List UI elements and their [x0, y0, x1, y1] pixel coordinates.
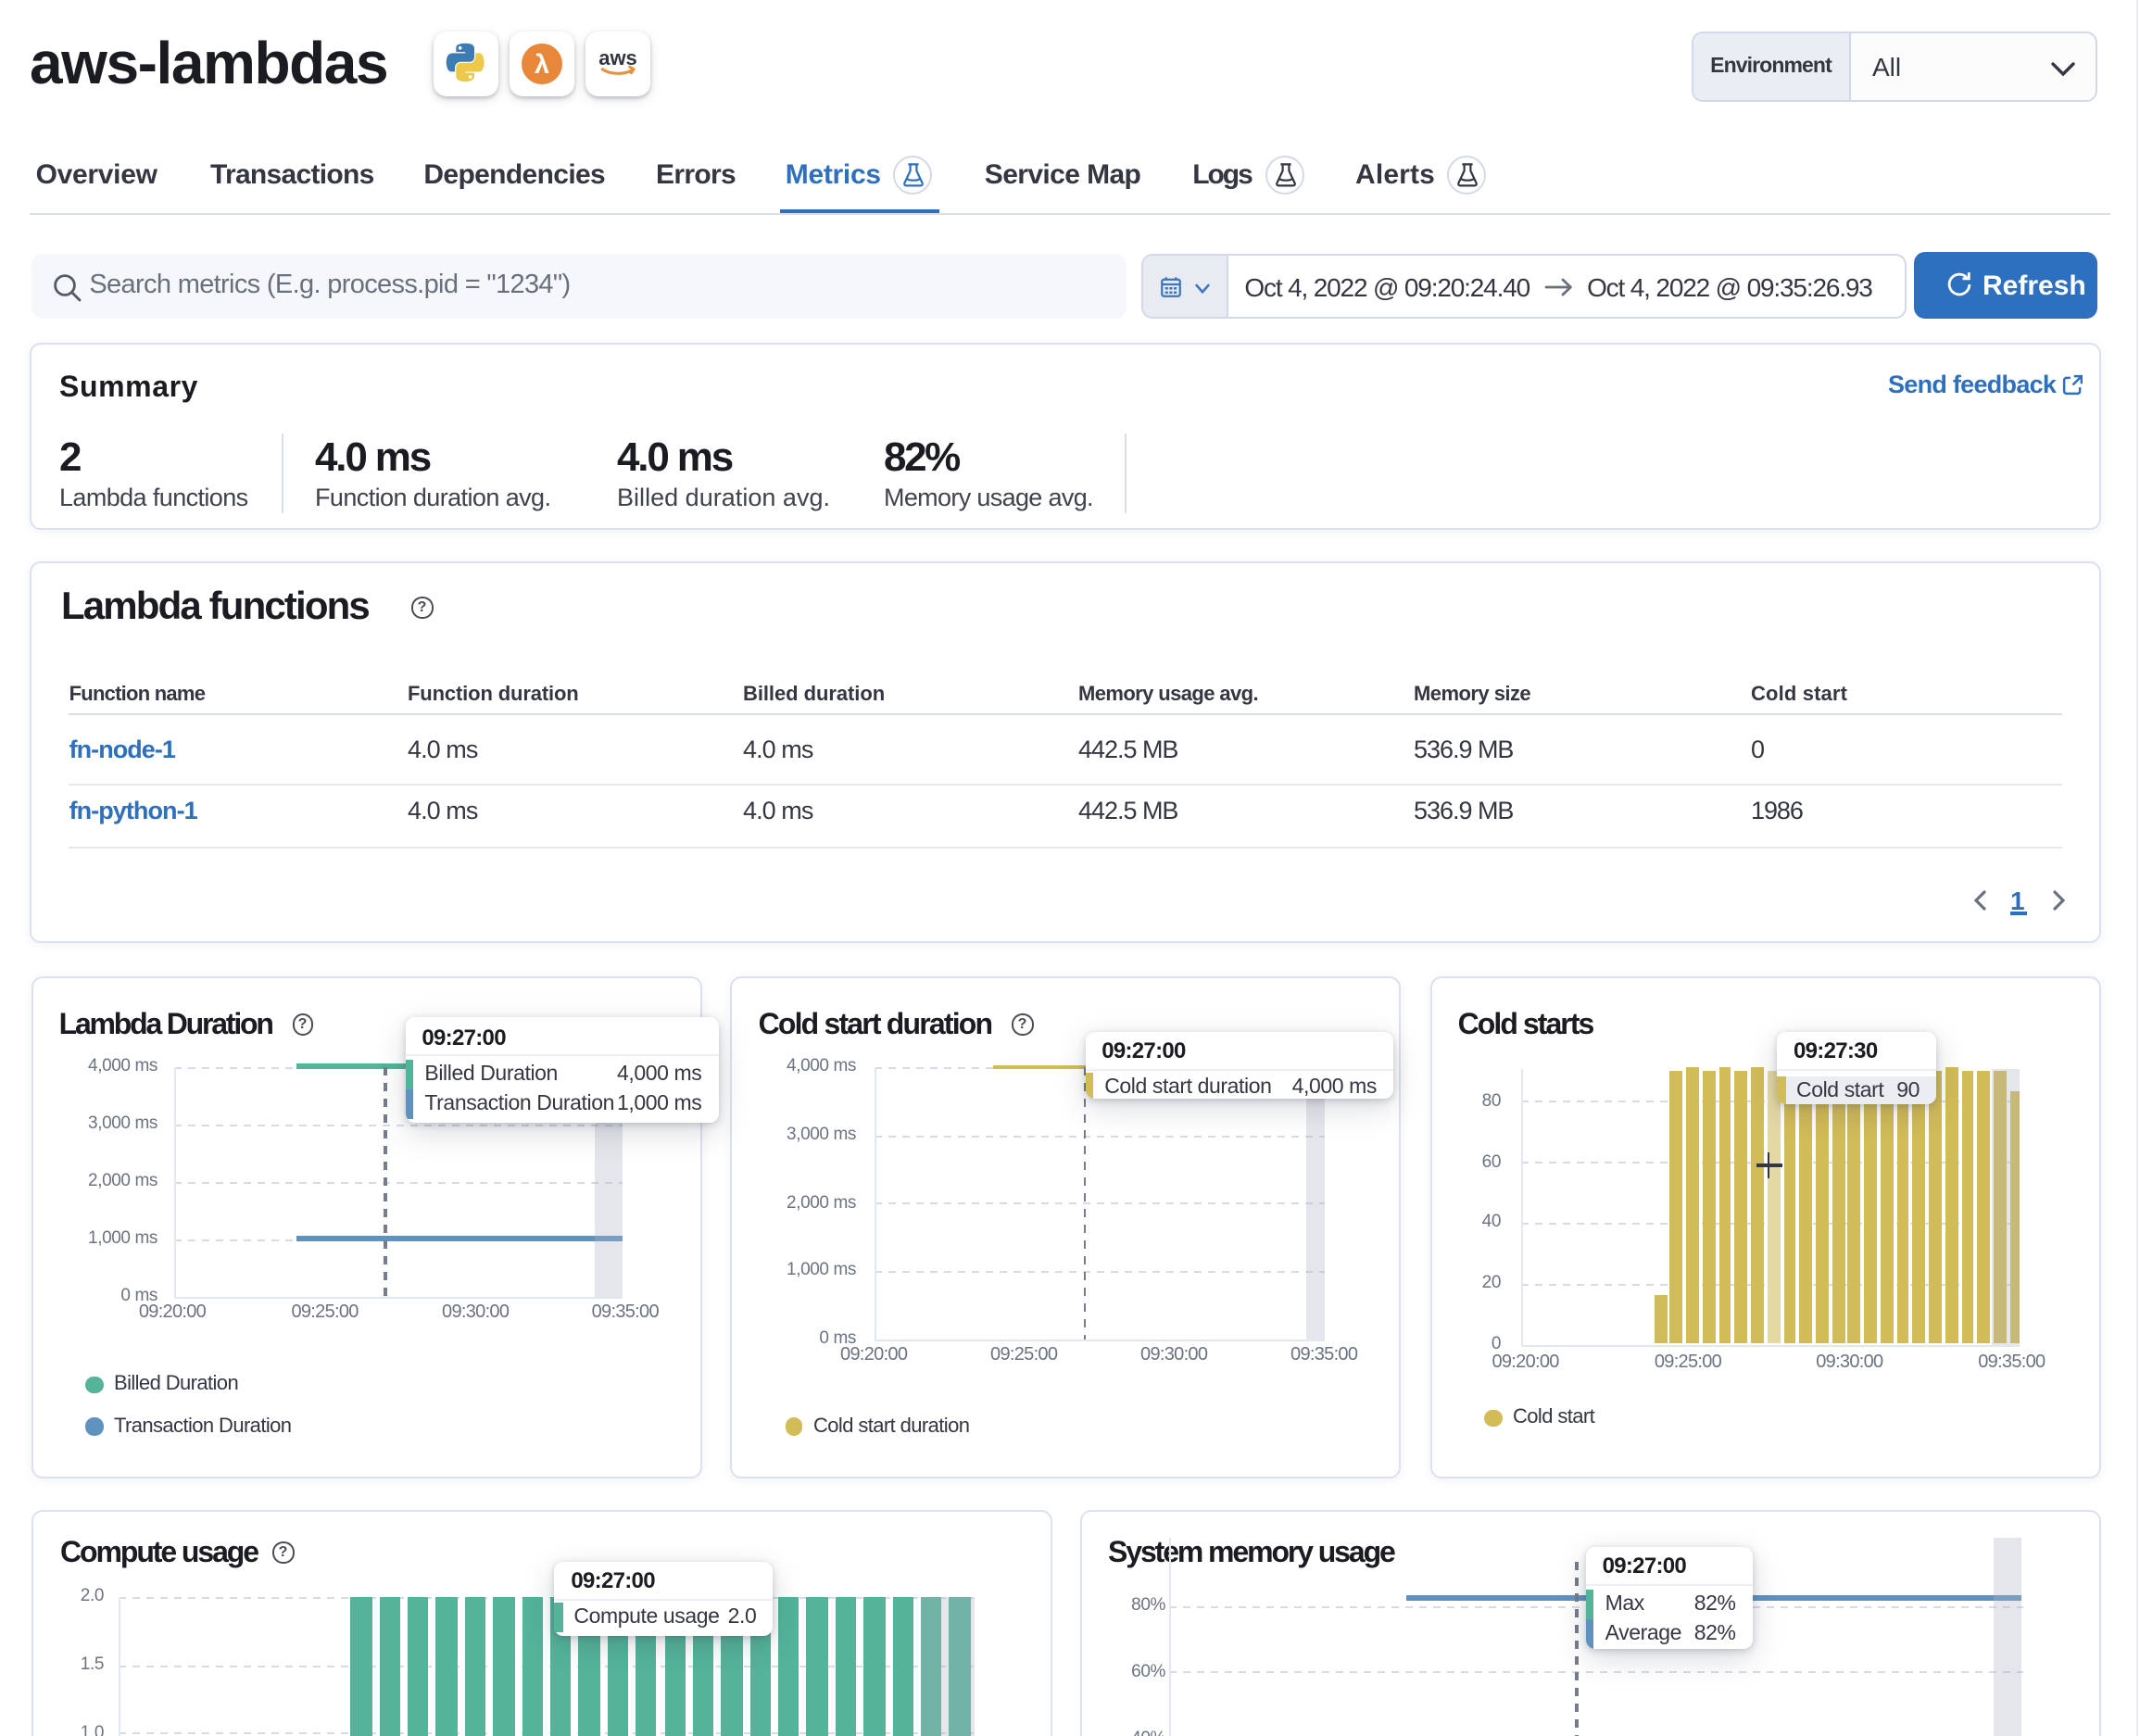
svg-text:λ: λ — [534, 50, 548, 80]
svg-text:aws: aws — [599, 45, 638, 69]
